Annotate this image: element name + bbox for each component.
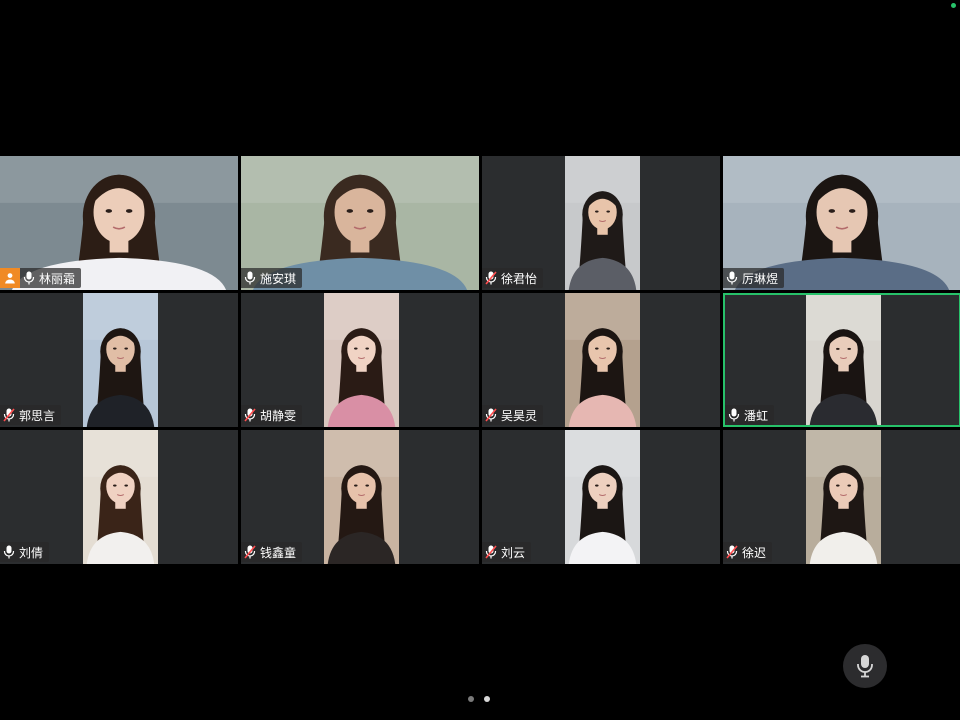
participant-name: 郭思言 (19, 408, 56, 423)
participant-tile[interactable]: 刘倩 (0, 430, 238, 564)
participant-tile[interactable]: 钱鑫童 (241, 430, 479, 564)
participant-name: 刘倩 (19, 545, 44, 560)
mic-muted-icon (244, 408, 256, 422)
participant-name-tag: 潘虹 (725, 405, 775, 425)
participant-name: 徐君怡 (501, 271, 538, 286)
meeting-screen: 林丽霜 施安琪 徐君怡 厉琳煜 郭思言 胡静雯 吴昊灵 潘虹 刘倩 钱鑫童 刘云… (0, 0, 960, 720)
mic-icon (726, 271, 738, 285)
participant-tile[interactable]: 潘虹 (723, 293, 960, 427)
participant-name: 钱鑫童 (260, 545, 297, 560)
participant-name-tag: 徐君怡 (482, 268, 544, 288)
mic-muted-icon (726, 545, 738, 559)
participant-name: 林丽霜 (39, 271, 76, 286)
participant-video (324, 430, 399, 564)
mic-muted-icon (485, 271, 497, 285)
participant-video (806, 430, 881, 564)
participant-video (565, 293, 640, 427)
participant-tile[interactable]: 施安琪 (241, 156, 479, 290)
mic-muted-icon (485, 545, 497, 559)
participant-name: 徐迟 (742, 545, 767, 560)
participant-name-tag: 刘倩 (0, 542, 50, 562)
participant-name-tag: 钱鑫童 (241, 542, 303, 562)
participant-name-tag: 刘云 (482, 542, 532, 562)
page-indicator (468, 696, 490, 702)
mic-muted-icon (244, 545, 256, 559)
mic-muted-icon (3, 408, 15, 422)
participant-tile[interactable]: 吴昊灵 (482, 293, 720, 427)
participant-tile[interactable]: 郭思言 (0, 293, 238, 427)
participant-name-tag: 吴昊灵 (482, 405, 544, 425)
host-badge-icon (0, 268, 20, 288)
participant-video (806, 295, 881, 425)
participant-name-tag: 郭思言 (0, 405, 62, 425)
mic-icon (3, 545, 15, 559)
participant-tile[interactable]: 徐君怡 (482, 156, 720, 290)
participant-name-tag: 林丽霜 (0, 268, 82, 288)
participant-tile[interactable]: 林丽霜 (0, 156, 238, 290)
mic-icon (23, 271, 35, 285)
mute-toggle-button[interactable] (843, 644, 887, 688)
participant-tile[interactable]: 刘云 (482, 430, 720, 564)
microphone-icon (857, 655, 873, 678)
participant-grid: 林丽霜 施安琪 徐君怡 厉琳煜 郭思言 胡静雯 吴昊灵 潘虹 刘倩 钱鑫童 刘云… (0, 156, 960, 564)
page-dot[interactable] (484, 696, 490, 702)
connection-status-dot (951, 3, 956, 8)
participant-name: 吴昊灵 (501, 408, 538, 423)
participant-video (83, 430, 158, 564)
participant-name-tag: 厉琳煜 (723, 268, 785, 288)
participant-video (565, 156, 640, 290)
mic-muted-icon (485, 408, 497, 422)
participant-tile[interactable]: 徐迟 (723, 430, 960, 564)
mic-icon (728, 408, 740, 422)
participant-name: 刘云 (501, 545, 526, 560)
mic-icon (244, 271, 256, 285)
participant-video (565, 430, 640, 564)
participant-tile[interactable]: 厉琳煜 (723, 156, 960, 290)
participant-name-tag: 徐迟 (723, 542, 773, 562)
participant-name-tag: 施安琪 (241, 268, 303, 288)
participant-name: 胡静雯 (260, 408, 297, 423)
participant-tile[interactable]: 胡静雯 (241, 293, 479, 427)
participant-video (324, 293, 399, 427)
participant-name: 施安琪 (260, 271, 297, 286)
page-dot[interactable] (468, 696, 474, 702)
participant-name: 潘虹 (744, 408, 769, 423)
participant-video (83, 293, 158, 427)
participant-name: 厉琳煜 (742, 271, 779, 286)
participant-name-tag: 胡静雯 (241, 405, 303, 425)
